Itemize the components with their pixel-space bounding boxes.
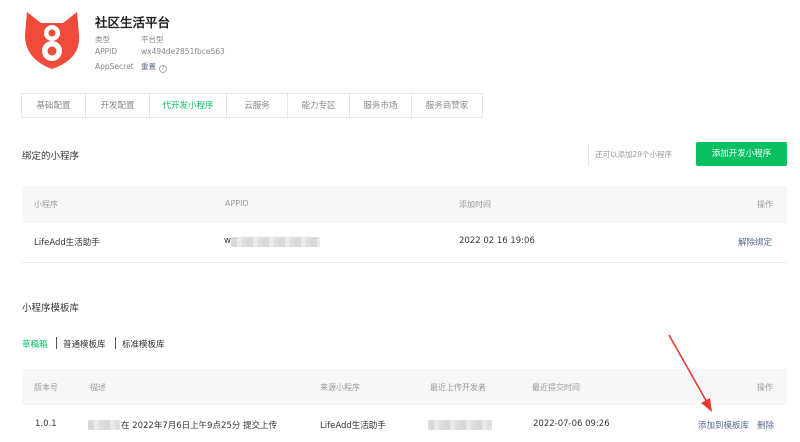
blurred-appid [231, 237, 320, 247]
row-divider [22, 262, 787, 263]
reset-secret-link[interactable]: 重置 [141, 62, 156, 71]
appsecret-label: AppSecret [95, 62, 134, 71]
unbind-link[interactable]: 解除绑定 [738, 236, 772, 248]
template-section-title: 小程序模板库 [22, 303, 80, 314]
blurred-developer [428, 420, 492, 430]
add-miniprogram-button[interactable]: 添加开发小程序 [696, 142, 787, 166]
filter-divider [115, 337, 116, 349]
col-version: 版本号 [34, 383, 58, 392]
app-name: 社区生活平台 [95, 15, 171, 30]
tab-cloud-service[interactable]: 云服务 [227, 94, 288, 119]
filter-divider [56, 337, 57, 349]
blurred-uploader [88, 420, 120, 430]
tab-dev-config[interactable]: 开发配置 [86, 94, 150, 119]
filter-normal-templates[interactable]: 普通模板库 [63, 338, 106, 350]
col-source: 来源小程序 [320, 383, 360, 392]
col-operations: 操作 [757, 383, 773, 392]
col-appid: APPID [225, 199, 249, 208]
col-miniprogram: 小程序 [34, 200, 58, 209]
bound-table-header: 小程序 APPID 添加时间 操作 [22, 186, 787, 223]
template-description: 在 2022年7月6日上午9点25分 提交上传 [121, 421, 278, 431]
added-time: 2022 02 16 19:06 [459, 236, 535, 246]
annotation-arrow-icon [668, 334, 712, 412]
tabs-divider [21, 117, 483, 118]
app-type-row: 类型 平台型 [95, 34, 164, 45]
bound-section-title: 绑定的小程序 [22, 151, 80, 162]
tab-basic-config[interactable]: 基础配置 [22, 94, 86, 119]
appid-label: APPID [95, 47, 118, 56]
app-type-label: 类型 [95, 35, 110, 44]
miniprogram-name: LifeAdd生活助手 [34, 238, 100, 248]
col-added-time: 添加时间 [459, 200, 491, 209]
tab-provider[interactable]: 服务商赞家 [412, 94, 482, 119]
col-developer: 最近上传开发者 [430, 383, 486, 392]
add-to-template-library-link[interactable]: 添加到模板库 [698, 419, 749, 431]
appid-prefix: w [224, 236, 231, 246]
tab-proxy-miniprogram[interactable]: 代开发小程序 [150, 94, 227, 119]
appid-row: APPID wx494de2851fbce563 [95, 47, 225, 56]
filter-standard-templates[interactable]: 标准模板库 [122, 338, 165, 350]
col-submit-time: 最近提交时间 [532, 383, 580, 392]
appid-value: wx494de2851fbce563 [141, 47, 225, 56]
template-source: LifeAdd生活助手 [320, 421, 386, 431]
help-icon[interactable]: ? [159, 65, 167, 73]
app-logo [25, 12, 80, 69]
appsecret-row: AppSecret 重置? [95, 61, 167, 73]
template-version: 1.0.1 [35, 419, 57, 429]
col-description: 描述 [90, 383, 106, 392]
col-operations: 操作 [757, 200, 773, 209]
filter-drafts[interactable]: 草稿箱 [22, 338, 48, 350]
template-submit-time: 2022-07-06 09:26 [533, 419, 610, 429]
remaining-quota: 还可以添加29个小程序 [588, 144, 672, 166]
main-tabs: 基础配置 开发配置 代开发小程序 云服务 能力专区 服务市场 服务商赞家 [21, 93, 483, 119]
tab-service-market[interactable]: 服务市场 [350, 94, 412, 119]
app-type-value: 平台型 [141, 35, 164, 44]
tab-capabilities[interactable]: 能力专区 [288, 94, 350, 119]
delete-link[interactable]: 删除 [757, 419, 774, 431]
